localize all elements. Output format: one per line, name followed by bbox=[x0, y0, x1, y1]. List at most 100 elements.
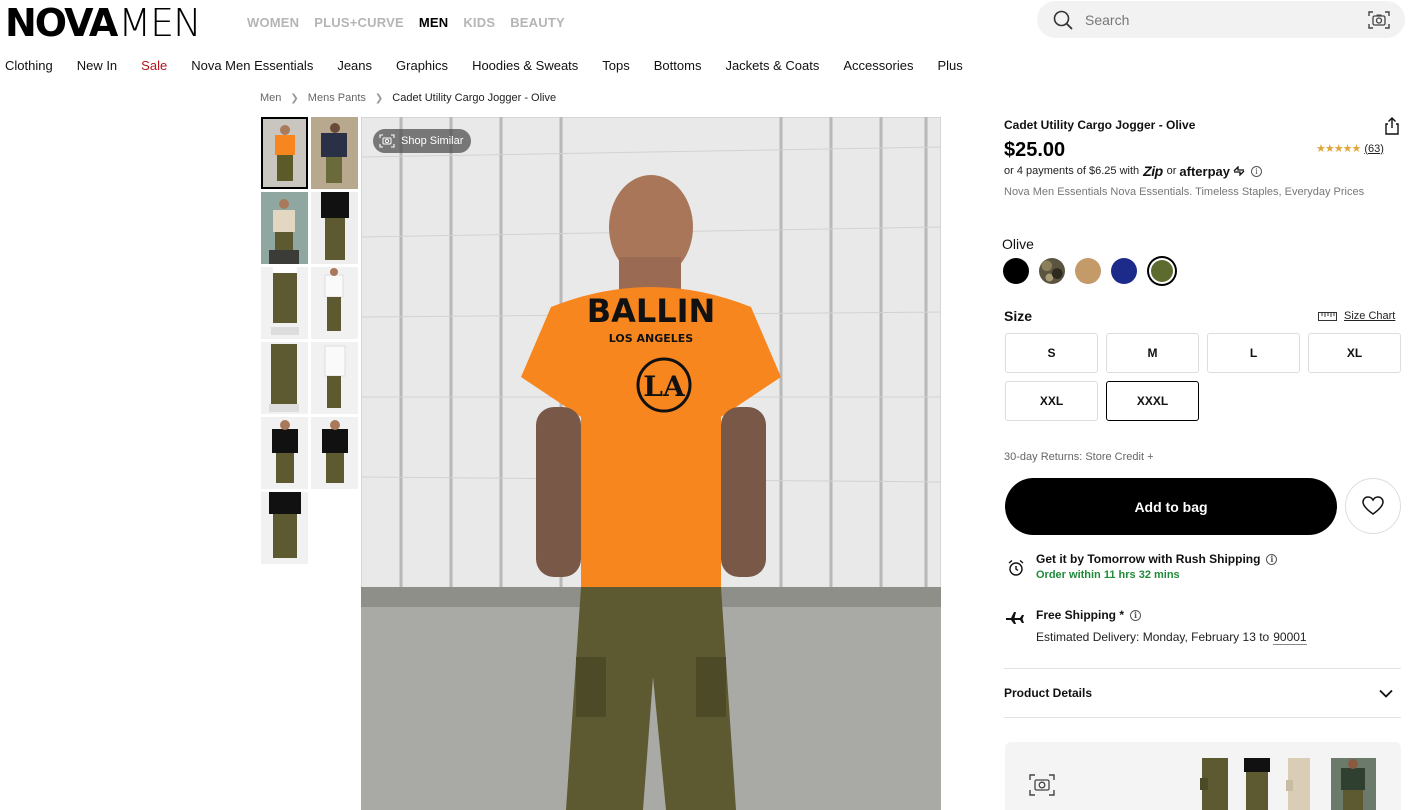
top-nav-plus-curve[interactable]: PLUS+CURVE bbox=[314, 15, 404, 30]
breadcrumb: Men ❯ Mens Pants ❯ Cadet Utility Cargo J… bbox=[260, 92, 556, 104]
rush-shipping-title: Get it by Tomorrow with Rush Shipping i bbox=[1036, 552, 1278, 566]
share-icon[interactable] bbox=[1384, 117, 1400, 140]
similar-product-thumbnail[interactable] bbox=[1196, 758, 1234, 810]
camera-icon bbox=[1029, 774, 1055, 801]
zip-logo[interactable]: Zip bbox=[1143, 163, 1163, 179]
color-swatch-camo[interactable] bbox=[1039, 258, 1065, 284]
cat-sale[interactable]: Sale bbox=[141, 58, 167, 73]
similar-product-thumbnail[interactable] bbox=[1331, 758, 1376, 810]
breadcrumb-mens-pants[interactable]: Mens Pants bbox=[308, 92, 366, 104]
size-option-s[interactable]: S bbox=[1005, 333, 1098, 373]
afterpay-arrows-icon bbox=[1233, 166, 1245, 176]
cat-clothing[interactable]: Clothing bbox=[5, 58, 53, 73]
product-title: Cadet Utility Cargo Jogger - Olive bbox=[1004, 118, 1196, 132]
product-thumbnail[interactable] bbox=[261, 117, 308, 189]
cat-nova-men-essentials[interactable]: Nova Men Essentials bbox=[191, 58, 313, 73]
cat-accessories[interactable]: Accessories bbox=[843, 58, 913, 73]
svg-text:LOS ANGELES: LOS ANGELES bbox=[609, 332, 694, 345]
brand-logo[interactable]: NOVA MEN bbox=[5, 1, 202, 45]
estimated-delivery-text: Estimated Delivery: Monday, February 13 … bbox=[1036, 630, 1270, 644]
chevron-right-icon: ❯ bbox=[290, 92, 299, 104]
wishlist-button[interactable] bbox=[1345, 478, 1401, 534]
product-price: $25.00 bbox=[1004, 139, 1066, 161]
cat-new-in[interactable]: New In bbox=[77, 58, 117, 73]
rush-shipping-text: Get it by Tomorrow with Rush Shipping bbox=[1036, 552, 1261, 566]
rush-countdown: Order within 11 hrs 32 mins bbox=[1036, 569, 1180, 581]
svg-text:LA: LA bbox=[643, 370, 686, 403]
product-thumbnail[interactable] bbox=[261, 417, 308, 489]
cat-plus[interactable]: Plus bbox=[937, 58, 962, 73]
size-label: Size bbox=[1004, 308, 1033, 324]
category-nav: Clothing New In Sale Nova Men Essentials… bbox=[5, 58, 987, 73]
product-thumbnail[interactable] bbox=[311, 342, 358, 414]
camera-search-icon[interactable] bbox=[1367, 10, 1391, 30]
size-chart-link[interactable]: Size Chart bbox=[1318, 310, 1395, 322]
cat-bottoms[interactable]: Bottoms bbox=[654, 58, 702, 73]
delivery-zip-link[interactable]: 90001 bbox=[1273, 630, 1307, 645]
color-swatch-navy[interactable] bbox=[1111, 258, 1137, 284]
color-swatch-olive[interactable] bbox=[1151, 260, 1173, 282]
cat-jeans[interactable]: Jeans bbox=[337, 58, 372, 73]
chevron-right-icon: ❯ bbox=[374, 92, 384, 104]
selected-color-name: Olive bbox=[1002, 236, 1034, 252]
info-icon[interactable]: i bbox=[1266, 553, 1278, 565]
top-nav-kids[interactable]: KIDS bbox=[463, 15, 495, 30]
product-thumbnail[interactable] bbox=[261, 267, 308, 339]
color-swatch-black[interactable] bbox=[1003, 258, 1029, 284]
ruler-icon bbox=[1318, 311, 1337, 321]
cat-hoodies-sweats[interactable]: Hoodies & Sweats bbox=[472, 58, 578, 73]
svg-text:BALLIN: BALLIN bbox=[587, 292, 716, 330]
shop-similar-label: Shop Similar bbox=[401, 135, 464, 147]
info-icon[interactable]: i bbox=[1130, 609, 1142, 621]
product-thumbnail[interactable] bbox=[311, 117, 358, 189]
product-description: Nova Men Essentials Nova Essentials. Tim… bbox=[1004, 186, 1365, 198]
similar-product-thumbnail[interactable] bbox=[1280, 758, 1318, 810]
product-thumbnail[interactable] bbox=[261, 492, 308, 564]
breadcrumb-current: Cadet Utility Cargo Jogger - Olive bbox=[392, 92, 557, 104]
star-rating-icon: ★★★★★ bbox=[1316, 143, 1361, 155]
product-details-accordion[interactable]: Product Details bbox=[1004, 668, 1401, 718]
free-shipping-title: Free Shipping * i bbox=[1036, 608, 1142, 622]
shop-similar-button[interactable]: Shop Similar bbox=[373, 129, 472, 153]
chevron-down-icon bbox=[1379, 689, 1393, 698]
product-thumbnail[interactable] bbox=[261, 192, 308, 264]
info-icon[interactable]: i bbox=[1251, 165, 1262, 177]
logo-part-nova: NOVA bbox=[5, 1, 118, 45]
returns-policy[interactable]: 30-day Returns: Store Credit + bbox=[1004, 451, 1154, 463]
color-swatch-khaki[interactable] bbox=[1075, 258, 1101, 284]
size-option-xxxl[interactable]: XXXL bbox=[1106, 381, 1199, 421]
cat-graphics[interactable]: Graphics bbox=[396, 58, 448, 73]
review-count[interactable]: (63) bbox=[1364, 143, 1384, 155]
product-details-label: Product Details bbox=[1004, 686, 1093, 700]
payments-text: or 4 payments of $6.25 with bbox=[1004, 165, 1140, 177]
size-option-m[interactable]: M bbox=[1106, 333, 1199, 373]
search-icon[interactable] bbox=[1053, 10, 1073, 30]
similar-product-thumbnail[interactable] bbox=[1238, 758, 1276, 810]
breadcrumb-men[interactable]: Men bbox=[260, 92, 281, 104]
plane-icon bbox=[1005, 609, 1025, 630]
alarm-clock-icon bbox=[1007, 559, 1025, 582]
product-thumbnail[interactable] bbox=[261, 342, 308, 414]
logo-part-men: MEN bbox=[118, 1, 201, 45]
cat-tops[interactable]: Tops bbox=[602, 58, 629, 73]
size-option-xxl[interactable]: XXL bbox=[1005, 381, 1098, 421]
top-nav-women[interactable]: WOMEN bbox=[247, 15, 299, 30]
product-rating[interactable]: ★★★★★ (63) bbox=[1316, 142, 1384, 156]
size-option-xl[interactable]: XL bbox=[1308, 333, 1401, 373]
size-option-l[interactable]: L bbox=[1207, 333, 1300, 373]
product-thumbnail[interactable] bbox=[311, 417, 358, 489]
camera-icon bbox=[379, 134, 395, 148]
top-nav-beauty[interactable]: BEAUTY bbox=[510, 15, 565, 30]
search-bar bbox=[1037, 1, 1405, 38]
top-nav-men[interactable]: MEN bbox=[419, 15, 449, 30]
product-main-image[interactable]: BALLIN LOS ANGELES LA bbox=[361, 117, 941, 810]
free-shipping-text: Free Shipping * bbox=[1036, 608, 1125, 622]
add-to-bag-button[interactable]: Add to bag bbox=[1005, 478, 1337, 535]
product-thumbnail[interactable] bbox=[311, 267, 358, 339]
afterpay-logo[interactable]: afterpay bbox=[1179, 164, 1230, 179]
size-chart-label: Size Chart bbox=[1344, 310, 1396, 322]
estimated-delivery: Estimated Delivery: Monday, February 13 … bbox=[1036, 630, 1307, 645]
product-thumbnail[interactable] bbox=[311, 192, 358, 264]
search-input[interactable] bbox=[1085, 11, 1367, 28]
cat-jackets-coats[interactable]: Jackets & Coats bbox=[725, 58, 819, 73]
